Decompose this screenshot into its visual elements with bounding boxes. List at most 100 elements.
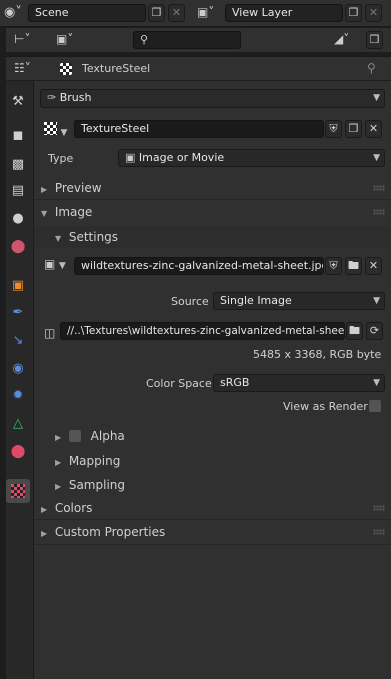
view-layer-copy-button[interactable]: ❐ xyxy=(345,4,362,22)
type-dropdown[interactable]: ▣ Image or Movie ▼ xyxy=(118,149,385,167)
pin-icon[interactable]: ⚲ xyxy=(367,61,376,75)
drag-grip-icon[interactable] xyxy=(373,209,385,215)
display-mode-icon[interactable]: ⊢˅ xyxy=(14,32,30,46)
subpanel-alpha[interactable]: ▶ Alpha xyxy=(34,425,391,447)
open-image-button[interactable]: 🖿 xyxy=(345,257,362,275)
color-space-dropdown[interactable]: sRGB ▼ xyxy=(213,374,385,392)
view-layer-icon[interactable]: ▣˅ xyxy=(197,5,214,19)
image-name: wildtextures-zinc-galvanized-metal-sheet… xyxy=(81,259,324,272)
view-layer-label: View Layer xyxy=(232,6,293,19)
chevron-down-icon: ▼ xyxy=(58,261,66,271)
panel-custom-properties[interactable]: ▶ Custom Properties xyxy=(34,521,391,543)
collapsed-triangle-icon: ▶ xyxy=(55,482,62,491)
subpanel-settings-label: Settings xyxy=(68,230,119,244)
editor-type-icon[interactable]: ☷˅ xyxy=(14,61,31,75)
view-layer-close-button[interactable]: ✕ xyxy=(365,4,382,22)
texture-tab[interactable] xyxy=(6,479,30,503)
output-tab[interactable]: ▩ xyxy=(6,153,30,177)
browse-file-button[interactable]: 🖿 xyxy=(346,322,363,340)
modifier-tab[interactable]: ✒ xyxy=(6,301,30,325)
image-name-field[interactable]: wildtextures-zinc-galvanized-metal-sheet… xyxy=(74,257,324,275)
filepath-field[interactable]: //..\Textures\wildtextures-zinc-galvaniz… xyxy=(60,322,345,340)
outliner-header: ⊢˅ ▣˅ ⚲ ◢˅ ❐ xyxy=(0,28,391,52)
scene-label: Scene xyxy=(35,6,69,19)
source-value: Single Image xyxy=(220,294,292,307)
scene-copy-button[interactable]: ❐ xyxy=(148,4,165,22)
outliner-search-input[interactable]: ⚲ xyxy=(133,31,241,49)
expanded-triangle-icon: ▼ xyxy=(41,209,48,218)
filter-icon[interactable]: ◢˅ xyxy=(334,32,349,46)
type-value: Image or Movie xyxy=(138,151,225,164)
reload-image-button[interactable]: ⟳ xyxy=(366,322,383,340)
panel-colors-label: Colors xyxy=(54,501,93,515)
subpanel-sampling[interactable]: ▶ Sampling xyxy=(34,474,391,496)
brush-value: Brush xyxy=(59,91,92,104)
subpanel-mapping[interactable]: ▶ Mapping xyxy=(34,450,391,472)
panel-colors[interactable]: ▶ Colors xyxy=(34,497,391,519)
subpanel-alpha-label: Alpha xyxy=(90,429,125,443)
subpanel-sampling-label: Sampling xyxy=(68,478,125,492)
collapsed-triangle-icon: ▶ xyxy=(55,458,62,467)
divider xyxy=(34,199,391,200)
constraints-tab[interactable]: ✹ xyxy=(6,384,30,408)
view-layer-tab[interactable]: ▤ xyxy=(6,179,30,203)
divider xyxy=(34,519,391,520)
fake-user-button[interactable]: ⛨ xyxy=(325,120,342,138)
render-tab[interactable]: ◼ xyxy=(6,124,30,148)
panel-preview[interactable]: ▶ Preview xyxy=(34,177,391,199)
data-tab[interactable]: △ xyxy=(6,412,30,436)
packed-file-icon[interactable]: ◫ xyxy=(44,326,55,340)
unlink-texture-button[interactable]: ✕ xyxy=(365,120,382,138)
alpha-checkbox[interactable] xyxy=(68,430,81,442)
duplicate-texture-button[interactable]: ❐ xyxy=(345,120,362,138)
scene-close-button[interactable]: ✕ xyxy=(168,4,185,22)
collapsed-triangle-icon: ▶ xyxy=(41,505,48,514)
particles-tab[interactable]: ↘ xyxy=(6,329,30,353)
chevron-down-icon: ▼ xyxy=(60,128,68,138)
chevron-down-icon: ▼ xyxy=(373,153,380,163)
collapsed-triangle-icon: ▶ xyxy=(41,529,48,538)
image-browse-button[interactable]: ▣ ▼ xyxy=(44,257,72,275)
drag-grip-icon[interactable] xyxy=(373,505,385,511)
image-icon: ▣ xyxy=(125,151,139,164)
panel-custom-properties-label: Custom Properties xyxy=(54,525,166,539)
scene-tab[interactable]: ● xyxy=(6,207,30,231)
source-dropdown[interactable]: Single Image ▼ xyxy=(213,292,385,310)
tool-tab[interactable]: ⚒ xyxy=(6,90,30,114)
expanded-triangle-icon: ▼ xyxy=(55,234,62,243)
texture-tab-checker-icon xyxy=(11,484,25,498)
top-bar: ◉˅ Scene ❐ ✕ ▣˅ View Layer ❐ ✕ xyxy=(0,0,391,27)
subpanel-settings[interactable]: ▼ Settings xyxy=(34,226,391,248)
view-layer-selector[interactable]: View Layer xyxy=(225,4,343,22)
panel-image-label: Image xyxy=(54,205,93,219)
image-icon: ▣ xyxy=(44,257,56,271)
filter-image-icon[interactable]: ▣˅ xyxy=(56,32,73,46)
source-label: Source xyxy=(171,295,209,308)
outliner-left-edge-2 xyxy=(0,57,6,81)
scene-icon[interactable]: ◉˅ xyxy=(4,5,22,20)
outliner-left-edge xyxy=(0,28,6,52)
view-as-render-checkbox[interactable] xyxy=(369,400,381,412)
material-tab[interactable]: ⬤ xyxy=(6,440,30,464)
new-collection-button[interactable]: ❐ xyxy=(366,31,383,49)
search-icon: ⚲ xyxy=(140,33,149,46)
divider xyxy=(34,544,391,545)
editor-datablock-name: TextureSteel xyxy=(82,62,151,75)
brush-selector[interactable]: ✑ Brush ▼ xyxy=(40,89,385,108)
unlink-image-button[interactable]: ✕ xyxy=(365,257,382,275)
object-tab[interactable]: ▣ xyxy=(6,274,30,298)
drag-grip-icon[interactable] xyxy=(373,185,385,191)
texture-name-field[interactable]: TextureSteel xyxy=(74,120,324,138)
collapsed-triangle-icon: ▶ xyxy=(55,433,62,442)
scene-selector[interactable]: Scene xyxy=(28,4,146,22)
drag-grip-icon[interactable] xyxy=(373,529,385,535)
collapsed-triangle-icon: ▶ xyxy=(41,185,48,194)
texture-name: TextureSteel xyxy=(81,122,150,135)
chevron-down-icon: ▼ xyxy=(373,93,380,103)
panel-image[interactable]: ▼ Image xyxy=(34,201,391,223)
world-tab[interactable]: ⬤ xyxy=(6,235,30,259)
image-fake-user-button[interactable]: ⛨ xyxy=(325,257,342,275)
texture-browse-button[interactable]: ▼ xyxy=(44,120,72,138)
properties-tab-sidebar: ⚒ ◼ ▩ ▤ ● ⬤ ▣ ✒ ↘ ◉ ✹ △ ⬤ xyxy=(0,81,33,679)
physics-tab[interactable]: ◉ xyxy=(6,357,30,381)
